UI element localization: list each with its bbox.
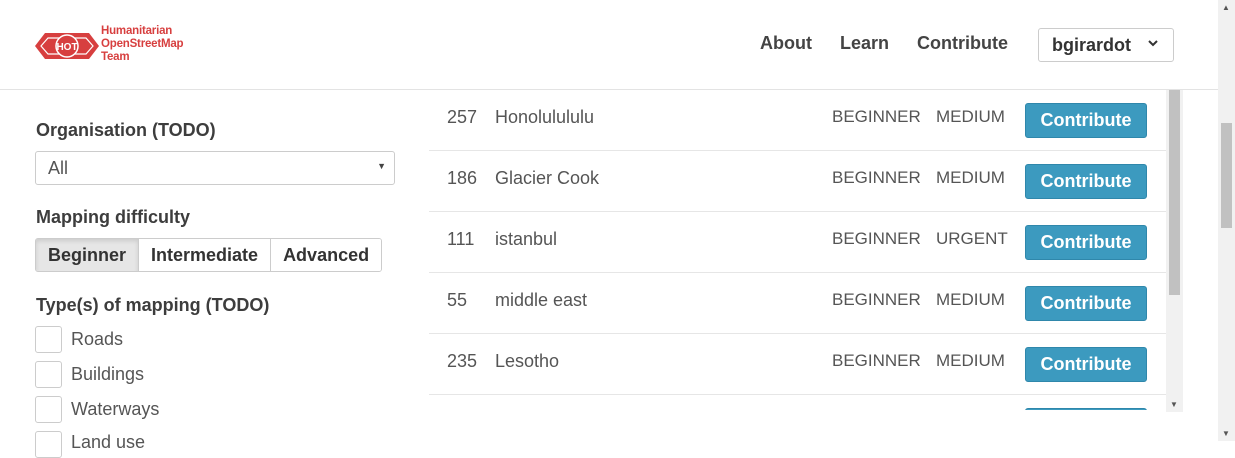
hot-logo[interactable]: HOT Humanitarian OpenStreetMap Team: [35, 25, 210, 67]
buildings-label: Buildings: [71, 364, 145, 384]
hot-logo-icon: HOT: [35, 33, 99, 59]
window-scrollbar[interactable]: ▲ ▼: [1218, 0, 1235, 441]
project-list: 257 Honolulululu BEGINNER MEDIUM Contrib…: [429, 90, 1166, 410]
project-name[interactable]: Honolulululu: [495, 107, 594, 128]
nav-learn[interactable]: Learn: [840, 33, 889, 54]
scroll-down-arrow-icon[interactable]: ▼: [1170, 400, 1178, 409]
land-use-label: Land use: [71, 432, 146, 452]
land-use-checkbox[interactable]: [35, 431, 62, 458]
project-level: BEGINNER: [832, 290, 921, 309]
list-scrollbar[interactable]: ▼: [1166, 90, 1183, 412]
roads-label: Roads: [71, 329, 124, 349]
project-level: BEGINNER: [832, 168, 921, 187]
project-name[interactable]: istanbul: [495, 229, 557, 250]
buildings-checkbox[interactable]: [35, 361, 62, 388]
contribute-button[interactable]: Contribute: [1025, 164, 1147, 199]
project-id: 257: [447, 107, 478, 127]
roads-checkbox[interactable]: [35, 326, 62, 353]
project-priority: URGENT: [936, 229, 1008, 248]
project-priority: MEDIUM: [936, 290, 1005, 309]
difficulty-intermediate-button[interactable]: Intermediate: [139, 239, 272, 271]
difficulty-advanced-button[interactable]: Advanced: [271, 239, 382, 271]
logo-badge-text: HOT: [56, 42, 77, 53]
contribute-button[interactable]: Contribute: [1025, 347, 1147, 382]
logo-line-3: Team: [101, 51, 130, 63]
scroll-up-arrow-icon[interactable]: ▲: [1222, 3, 1230, 12]
top-header: HOT Humanitarian OpenStreetMap Team Abou…: [0, 0, 1218, 90]
organisation-label: Organisation (TODO): [36, 120, 216, 140]
project-name[interactable]: Glacier Cook: [495, 168, 599, 189]
nav-about[interactable]: About: [760, 33, 812, 54]
chevron-down-icon: [1147, 36, 1159, 52]
difficulty-label: Mapping difficulty: [36, 207, 190, 227]
project-priority: MEDIUM: [936, 107, 1005, 126]
user-menu-button[interactable]: bgirardot: [1038, 28, 1174, 62]
dropdown-arrow-icon: ▼: [377, 161, 386, 171]
project-name[interactable]: Lesotho: [495, 351, 559, 372]
project-level: BEGINNER: [832, 107, 921, 126]
project-id: 111: [447, 229, 475, 249]
user-name: bgirardot: [1052, 35, 1131, 55]
difficulty-toggle-group: Beginner Intermediate Advanced: [35, 238, 383, 272]
project-name[interactable]: middle east: [495, 290, 587, 311]
project-row: 55 middle east BEGINNER MEDIUM Contribut…: [429, 273, 1166, 334]
logo-line-2: OpenStreetMap: [101, 38, 184, 50]
contribute-button[interactable]: Contribute: [1025, 286, 1147, 321]
project-priority: MEDIUM: [936, 351, 1005, 370]
contribute-button[interactable]: Contribute: [1025, 103, 1147, 138]
logo-wordmark: Humanitarian OpenStreetMap Team: [101, 25, 184, 64]
project-priority: MEDIUM: [936, 168, 1005, 187]
project-row: 111 istanbul BEGINNER URGENT Contribute: [429, 212, 1166, 273]
window-scrollbar-thumb[interactable]: [1221, 123, 1232, 228]
project-id: 186: [447, 168, 478, 188]
nav-contribute[interactable]: Contribute: [917, 33, 1008, 54]
organisation-value: All: [48, 158, 69, 178]
difficulty-beginner-button[interactable]: Beginner: [36, 239, 140, 271]
project-row: 235 Lesotho BEGINNER MEDIUM Contribute: [429, 334, 1166, 395]
waterways-checkbox[interactable]: [35, 396, 62, 423]
contribute-button[interactable]: Contribute: [1025, 225, 1147, 260]
project-level: BEGINNER: [832, 229, 921, 248]
mapping-types-label: Type(s) of mapping (TODO): [36, 295, 270, 315]
list-scrollbar-thumb[interactable]: [1169, 90, 1180, 295]
project-id: 235: [447, 351, 478, 371]
contribute-button-partial[interactable]: [1025, 408, 1147, 410]
project-level: BEGINNER: [832, 351, 921, 370]
organisation-select[interactable]: All ▼: [35, 151, 395, 185]
logo-line-1: Humanitarian: [101, 25, 173, 37]
scroll-down-arrow-icon[interactable]: ▼: [1222, 429, 1230, 438]
project-id: 55: [447, 290, 468, 310]
waterways-label: Waterways: [71, 399, 160, 419]
project-row: 186 Glacier Cook BEGINNER MEDIUM Contrib…: [429, 151, 1166, 212]
project-row: 257 Honolulululu BEGINNER MEDIUM Contrib…: [429, 90, 1166, 151]
project-row-partial: [429, 395, 1166, 410]
